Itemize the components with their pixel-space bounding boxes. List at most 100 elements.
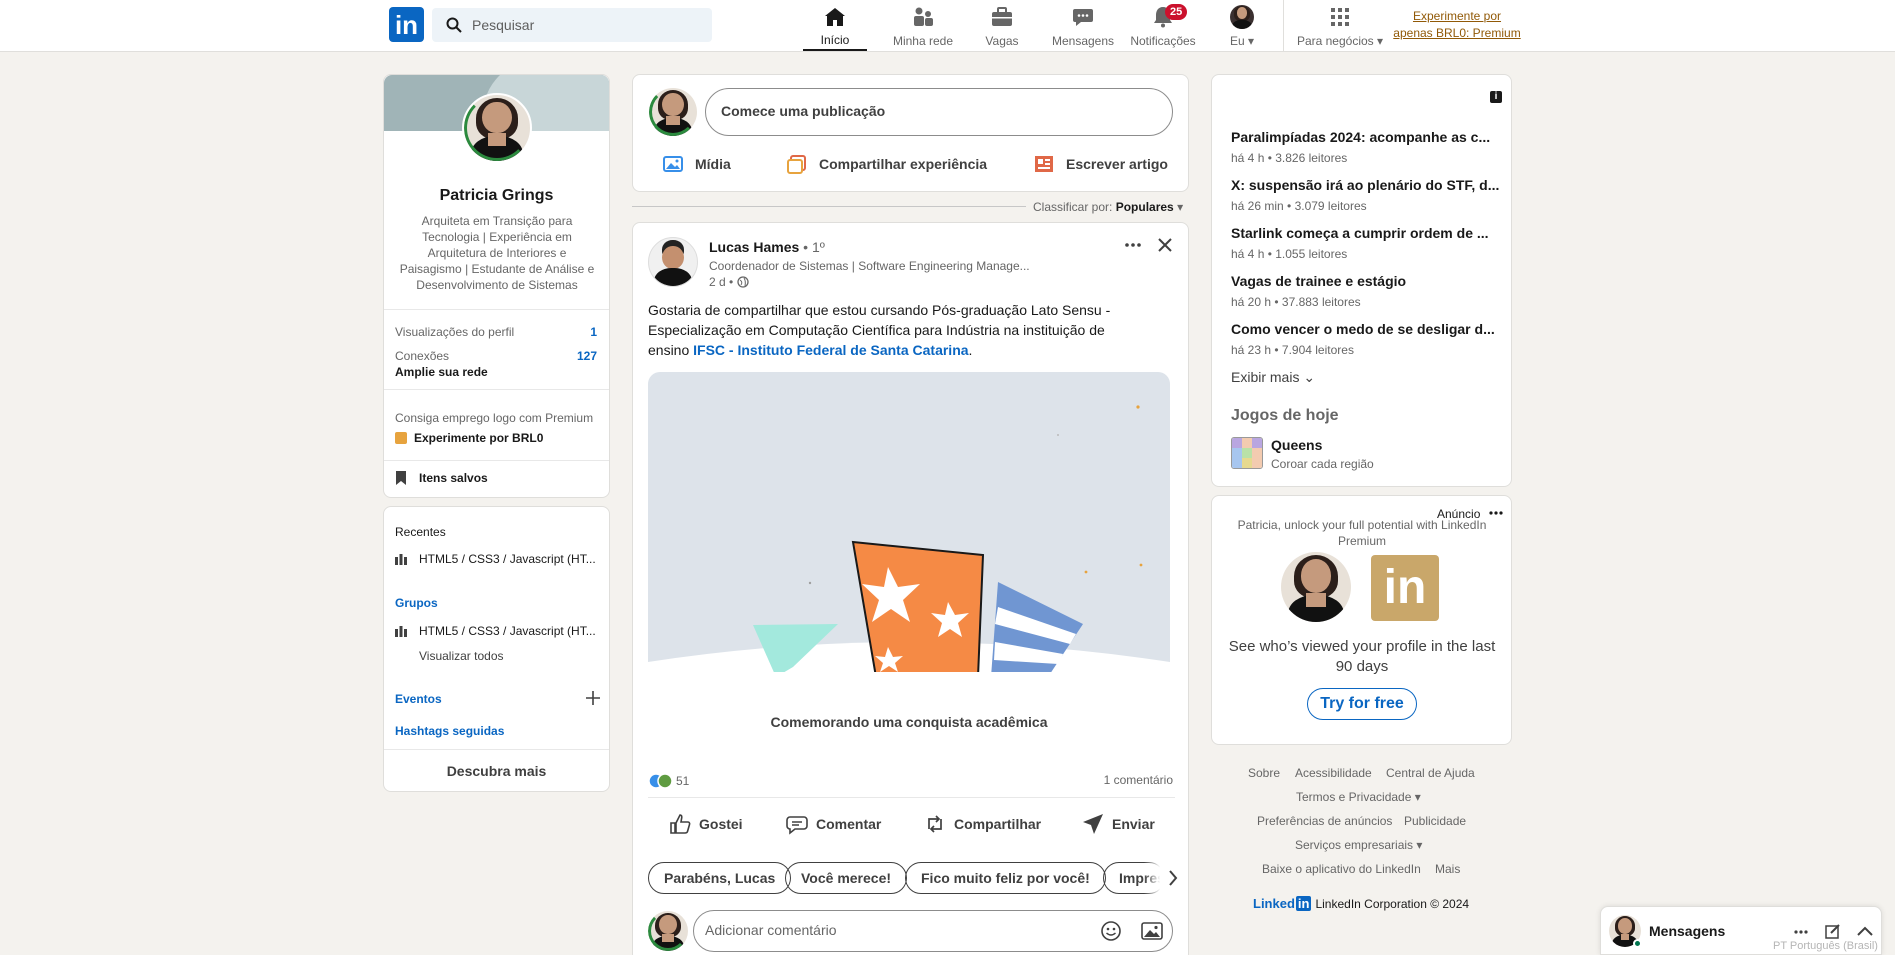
close-icon[interactable] xyxy=(1158,238,1172,252)
like-button[interactable]: Gostei xyxy=(669,813,743,835)
news-item-title[interactable]: Como vencer o medo de se desligar d... xyxy=(1231,321,1495,337)
premium-trial-link[interactable]: Experimente por apenas BRL0: Premium xyxy=(1392,8,1522,42)
top-navigation-bar: in Pesquisar Início Minha rede Vagas Men… xyxy=(0,0,1895,52)
celebration-illustration xyxy=(648,405,1170,672)
queens-game-icon[interactable] xyxy=(1231,437,1263,469)
groups-link[interactable]: Grupos xyxy=(395,596,438,610)
suggested-reply-chip[interactable]: Fico muito feliz por você! xyxy=(905,862,1106,894)
photo-icon xyxy=(663,156,683,172)
group-item[interactable]: HTML5 / CSS3 / Javascript (HT... xyxy=(395,624,596,638)
more-options-icon[interactable] xyxy=(1488,510,1504,516)
try-for-free-button[interactable]: Try for free xyxy=(1307,688,1417,720)
premium-logo: in xyxy=(1371,555,1439,621)
recent-item[interactable]: HTML5 / CSS3 / Javascript (HT... xyxy=(395,552,596,566)
write-article-button[interactable]: Escrever artigo xyxy=(1034,154,1168,174)
footer-link[interactable]: Sobre xyxy=(1248,766,1280,780)
profile-name[interactable]: Patricia Grings xyxy=(384,187,609,205)
article-icon xyxy=(1035,156,1053,172)
bookmark-icon xyxy=(396,471,406,485)
search-input[interactable]: Pesquisar xyxy=(472,17,534,33)
premium-try-link[interactable]: Experimente por BRL0 xyxy=(395,431,543,445)
news-item-title[interactable]: Starlink começa a cumprir ordem de ... xyxy=(1231,225,1489,241)
news-item-title[interactable]: Paralimpíadas 2024: acompanhe as c... xyxy=(1231,129,1490,145)
celebration-image[interactable]: Comemorando uma conquista acadêmica xyxy=(648,372,1170,750)
linkedin-logo[interactable]: in xyxy=(389,7,424,42)
news-item-meta: há 26 min • 3.079 leitores xyxy=(1231,199,1367,213)
sort-control[interactable]: Classificar por: Populares ▾ xyxy=(1033,200,1183,214)
divider xyxy=(384,309,609,310)
footer-link[interactable]: Baixe o aplicativo do LinkedIn xyxy=(1262,862,1421,876)
compose-icon[interactable] xyxy=(1825,923,1841,939)
suggested-reply-chip[interactable]: Parabéns, Lucas xyxy=(648,862,792,894)
messaging-title: Mensagens xyxy=(1649,923,1726,939)
author-avatar[interactable] xyxy=(648,237,698,287)
nav-notifications[interactable]: 25 Notificações xyxy=(1128,4,1198,50)
nav-home[interactable]: Início xyxy=(803,4,867,51)
followed-hashtags-link[interactable]: Hashtags seguidas xyxy=(395,724,504,738)
start-post-input[interactable]: Comece uma publicação xyxy=(705,88,1173,136)
profile-views-label[interactable]: Visualizações do perfil xyxy=(395,325,514,339)
media-button[interactable]: Mídia xyxy=(663,154,731,174)
show-more-button[interactable]: Exibir mais ⌄ xyxy=(1231,369,1315,386)
nav-label: Eu ▾ xyxy=(1229,34,1255,48)
globe-icon xyxy=(736,276,749,288)
info-icon[interactable]: i xyxy=(1490,91,1502,103)
institution-link[interactable]: IFSC - Instituto Federal de Santa Catari… xyxy=(693,342,968,358)
footer-link[interactable]: Central de Ajuda xyxy=(1386,766,1475,780)
chevron-right-icon[interactable] xyxy=(1168,870,1178,886)
more-options-icon[interactable] xyxy=(1123,242,1143,248)
discover-more-button[interactable]: Descubra mais xyxy=(384,763,609,779)
connections-label[interactable]: Conexões xyxy=(395,349,449,363)
author-subtitle: Coordenador de Sistemas | Software Engin… xyxy=(709,259,1030,273)
add-event-icon[interactable] xyxy=(586,691,600,705)
profile-headline: Arquiteta em Transição para Tecnologia |… xyxy=(399,214,595,292)
messaging-icon xyxy=(1073,9,1093,26)
footer-link[interactable]: Mais xyxy=(1435,862,1460,876)
saved-items-link[interactable]: Itens salvos xyxy=(395,471,488,485)
online-status-dot xyxy=(1633,939,1642,948)
divider xyxy=(648,797,1175,798)
comment-icon xyxy=(786,816,808,835)
emoji-icon[interactable] xyxy=(1100,920,1122,942)
view-all-groups-link[interactable]: Visualizar todos xyxy=(419,649,504,663)
share-button[interactable]: Compartilhar xyxy=(924,813,1041,835)
more-options-icon[interactable] xyxy=(1793,929,1809,935)
communities-card: Recentes HTML5 / CSS3 / Javascript (HT..… xyxy=(383,506,610,792)
search-box[interactable]: Pesquisar xyxy=(432,8,712,42)
news-item-title[interactable]: X: suspensão irá ao plenário do STF, d..… xyxy=(1231,177,1499,193)
connections-value[interactable]: 127 xyxy=(577,349,597,363)
sort-divider xyxy=(632,206,1026,207)
nav-my-network[interactable]: Minha rede xyxy=(883,4,963,50)
group-icon xyxy=(395,554,407,565)
group-icon xyxy=(395,626,407,637)
nav-messaging[interactable]: Mensagens xyxy=(1049,4,1117,50)
reactions-count[interactable]: 51 xyxy=(648,773,689,789)
profile-avatar[interactable] xyxy=(462,93,532,163)
footer-link[interactable]: Termos e Privacidade ▾ xyxy=(1296,790,1421,804)
comment-button[interactable]: Comentar xyxy=(786,813,881,835)
image-icon[interactable] xyxy=(1141,920,1163,942)
comments-count[interactable]: 1 comentário xyxy=(1104,773,1173,787)
suggested-reply-chip[interactable]: Você merece! xyxy=(785,862,908,894)
profile-views-value[interactable]: 1 xyxy=(590,325,597,339)
game-name[interactable]: Queens xyxy=(1271,437,1322,453)
news-item-meta: há 20 h • 37.883 leitores xyxy=(1231,295,1361,309)
author-name[interactable]: Lucas Hames • 1º xyxy=(709,239,825,255)
nav-jobs[interactable]: Vagas xyxy=(972,4,1032,50)
send-button[interactable]: Enviar xyxy=(1082,813,1155,835)
news-item-title[interactable]: Vagas de trainee e estágio xyxy=(1231,273,1406,289)
footer-link[interactable]: Serviços empresariais ▾ xyxy=(1295,838,1422,852)
nav-label: Para negócios ▾ xyxy=(1296,34,1384,48)
chevron-up-icon[interactable] xyxy=(1857,926,1873,936)
feed-post: Lucas Hames • 1º Coordenador de Sistemas… xyxy=(632,222,1189,955)
footer-link[interactable]: Preferências de anúncios xyxy=(1257,814,1392,828)
share-experience-button[interactable]: Compartilhar experiência xyxy=(787,154,987,174)
footer-link[interactable]: Acessibilidade xyxy=(1295,766,1372,780)
user-avatar[interactable] xyxy=(649,88,697,136)
grow-network-link[interactable]: Amplie sua rede xyxy=(395,365,488,379)
events-link[interactable]: Eventos xyxy=(395,692,442,706)
footer-link[interactable]: Publicidade xyxy=(1404,814,1466,828)
nav-me[interactable]: Eu ▾ xyxy=(1222,4,1262,50)
news-card: i Paralimpíadas 2024: acompanhe as c... … xyxy=(1211,74,1512,487)
nav-for-business[interactable]: Para negócios ▾ xyxy=(1292,4,1388,50)
